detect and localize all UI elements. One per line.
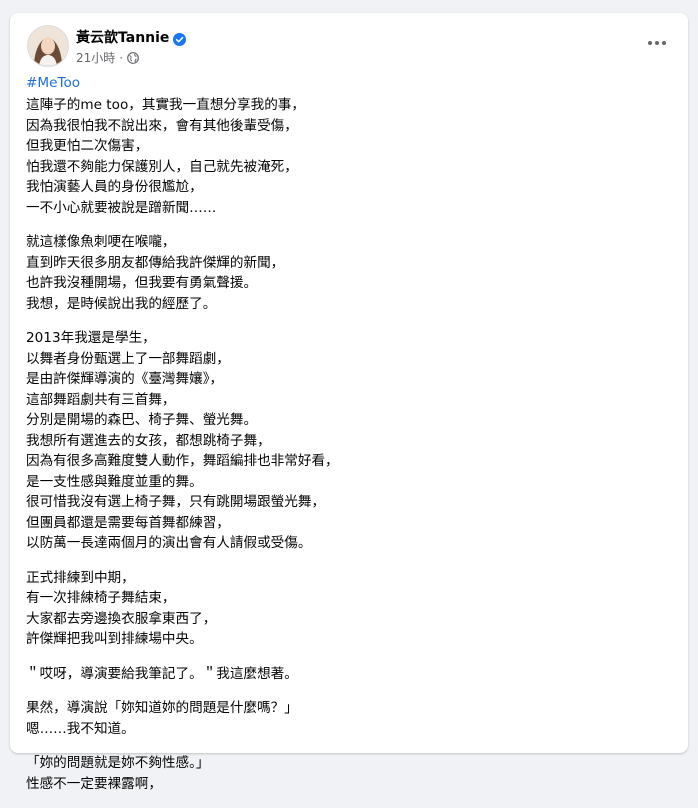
post-text-line: 正式排練到中期，: [26, 569, 135, 586]
post-text-line: 怕我還不夠能力保護別人，自己就先被淹死，: [26, 158, 298, 175]
avatar-image: [28, 26, 68, 66]
post-text-line: 我想所有選進去的女孩，都想跳椅子舞，: [26, 432, 271, 449]
post-text-line: 大家都去旁邊換衣服拿東西了，: [26, 610, 217, 627]
post-text-line: 2013年我還是學生，: [26, 330, 156, 346]
post-text-line: 就這樣像魚刺哽在喉嚨，: [26, 234, 176, 250]
post-text-line: 一不小心就要被說是蹭新聞……: [26, 199, 217, 216]
post-text-line: 分別是開場的森巴、椅子舞、螢光舞。: [26, 412, 258, 428]
post-text-line: 性感不一定要裸露啊，: [26, 775, 162, 792]
post-text-line: 這部舞蹈劇共有三首舞，: [26, 391, 176, 408]
post-text-line: 很可惜我沒有選上椅子舞，只有跳開場跟螢光舞，: [26, 494, 326, 510]
post-text-line: 以防萬一長達兩個月的演出會有人請假或受傷。: [26, 535, 312, 551]
post-text-line: 我怕演藝人員的身份很尷尬，: [26, 179, 203, 195]
post-paragraph: 果然，導演說「妳知道妳的問題是什麼嗎？」 嗯……我不知道。: [26, 698, 674, 739]
hashtag-link[interactable]: #MeToo: [26, 73, 674, 95]
post-paragraph: 正式排練到中期， 有一次排練椅子舞結束， 大家都去旁邊換衣服拿東西了， 許傑輝把我叫到…: [26, 568, 674, 650]
post-text-line: 我想，是時候說出我的經歷了。: [26, 295, 217, 312]
meta-separator: ·: [119, 50, 124, 65]
post-text-line: 因為我很怕我不說出來，會有其他後輩受傷，: [26, 117, 298, 134]
post-text-line: 但我更怕二次傷害，: [26, 138, 149, 154]
post-text-line: 因為有很多高難度雙人動作，舞蹈編排也非常好看，: [26, 453, 339, 469]
author-avatar[interactable]: [27, 25, 69, 67]
post-text-line: 以舞者身份甄選上了一部舞蹈劇，: [26, 350, 230, 367]
more-options-icon[interactable]: [642, 31, 672, 55]
post-text-line: 「妳的問題就是妳不夠性感。」: [26, 755, 210, 771]
post-text-line: 是由許傑輝導演的《臺灣舞孃》，: [26, 371, 224, 387]
post-text-line: 許傑輝把我叫到排練場中央。: [26, 631, 203, 647]
post-paragraph: ＂哎呀，導演要給我筆記了。＂我這麼想著。: [26, 664, 674, 685]
post-text-line: 果然，導演說「妳知道妳的問題是什麼嗎？」: [26, 700, 298, 716]
post-paragraph: 「妳的問題就是妳不夠性感。」 性感不一定要裸露啊，: [26, 753, 674, 794]
post-text-line: 也許我沒種開場，但我要有勇氣聲援。: [26, 275, 258, 291]
post-text-line: 這陣子的me too，其實我一直想分享我的事，: [26, 97, 305, 113]
globe-icon[interactable]: [127, 51, 140, 64]
post-text: 這陣子的me too，其實我一直想分享我的事， 因為我很怕我不說出來，會有其他後輩…: [26, 95, 674, 794]
post-text-line: 直到昨天很多朋友都傳給我許傑輝的新聞，: [26, 254, 285, 271]
post-timestamp[interactable]: 21小時: [76, 49, 115, 66]
author-name[interactable]: 黃云歆Tannie: [76, 27, 169, 47]
post-text-line: 有一次排練椅子舞結束，: [26, 590, 176, 606]
verified-badge-icon: [173, 31, 187, 46]
post-text-line: 是一支性感與難度並重的舞。: [26, 473, 203, 490]
post-paragraph: 就這樣像魚刺哽在喉嚨， 直到昨天很多朋友都傳給我許傑輝的新聞， 也許我沒種開場，但我…: [26, 232, 674, 314]
post-paragraph: 這陣子的me too，其實我一直想分享我的事， 因為我很怕我不說出來，會有其他後輩…: [26, 95, 674, 218]
post-body: #MeToo 這陣子的me too，其實我一直想分享我的事， 因為我很怕我不說出來…: [26, 73, 674, 808]
post-card: 黃云歆Tannie 21小時 · #MeToo 這陣子的me too，其實我一直…: [10, 13, 688, 792]
post-paragraph: 2013年我還是學生， 以舞者身份甄選上了一部舞蹈劇， 是由許傑輝導演的《臺灣舞孃》…: [26, 328, 674, 554]
post-text-line: 但團員都還是需要每首舞都練習，: [26, 514, 230, 531]
post-text-line: ＂哎呀，導演要給我筆記了。＂我這麼想著。: [26, 665, 298, 682]
